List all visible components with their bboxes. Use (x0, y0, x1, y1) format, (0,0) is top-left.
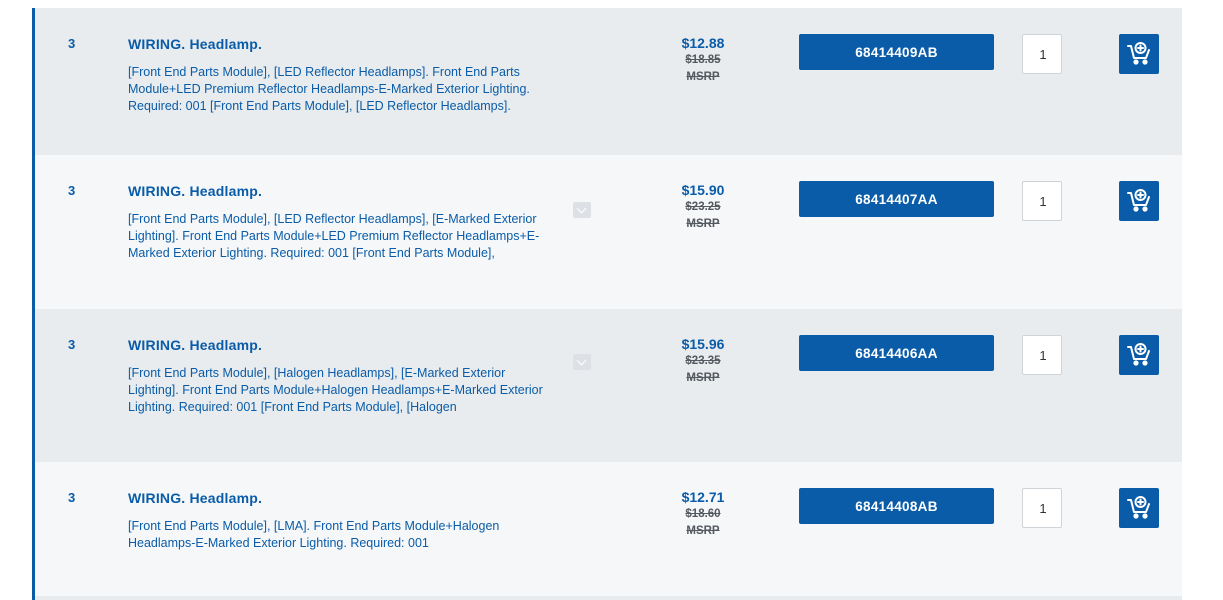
part-number-button[interactable]: 68414407AA (799, 181, 994, 217)
price-block: $12.88 $18.85 MSRP (653, 34, 753, 86)
part-number-button[interactable]: 68414409AB (799, 34, 994, 70)
chevron-down-icon[interactable] (573, 202, 591, 218)
part-row: 3 WIRING. Headlamp. [Front End Parts Mod… (32, 155, 1182, 309)
add-to-cart-icon (1125, 187, 1153, 215)
price-block: $15.96 $23.35 MSRP (653, 335, 753, 387)
ref-number: 3 (68, 337, 76, 352)
quantity-input[interactable] (1022, 34, 1062, 74)
original-price: $18.85 (685, 54, 721, 66)
sale-price: $12.88 (681, 35, 725, 51)
add-to-cart-button[interactable] (1119, 34, 1159, 74)
part-number-button[interactable]: 68414406AA (799, 335, 994, 371)
part-number-button[interactable]: 68414408AB (799, 488, 994, 524)
part-row: 3 WIRING. Headlamp. [Front End Parts Mod… (32, 8, 1182, 155)
original-price: $23.25 (685, 201, 721, 213)
parts-list: 3 WIRING. Headlamp. [Front End Parts Mod… (32, 8, 1182, 596)
quantity-input[interactable] (1022, 181, 1062, 221)
price-block: $12.71 $18.60 MSRP (653, 488, 753, 540)
add-to-cart-button[interactable] (1119, 488, 1159, 528)
part-row: 3 WIRING. Headlamp. [Front End Parts Mod… (32, 309, 1182, 462)
sale-price: $12.71 (681, 489, 725, 505)
quantity-input[interactable] (1022, 335, 1062, 375)
part-row: 3 WIRING. Headlamp. [Front End Parts Mod… (32, 462, 1182, 596)
add-to-cart-icon (1125, 40, 1153, 68)
msrp-label: MSRP (686, 71, 720, 83)
add-to-cart-icon (1125, 341, 1153, 369)
add-to-cart-icon (1125, 494, 1153, 522)
msrp-label: MSRP (686, 372, 720, 384)
part-description: [Front End Parts Module], [LMA]. Front E… (128, 519, 500, 550)
next-row-edge (32, 596, 1182, 600)
original-price: $23.35 (685, 355, 721, 367)
add-to-cart-button[interactable] (1119, 335, 1159, 375)
ref-number: 3 (68, 490, 76, 505)
quantity-input[interactable] (1022, 488, 1062, 528)
part-title[interactable]: WIRING. Headlamp. (128, 36, 262, 52)
msrp-label: MSRP (686, 218, 720, 230)
original-price: $18.60 (685, 508, 721, 520)
part-title[interactable]: WIRING. Headlamp. (128, 337, 262, 353)
ref-number: 3 (68, 183, 76, 198)
part-description: [Front End Parts Module], [LED Reflector… (128, 212, 540, 260)
sale-price: $15.90 (681, 182, 725, 198)
ref-number: 3 (68, 36, 76, 51)
price-block: $15.90 $23.25 MSRP (653, 181, 753, 233)
msrp-label: MSRP (686, 525, 720, 537)
part-description: [Front End Parts Module], [LED Reflector… (128, 65, 530, 113)
part-title[interactable]: WIRING. Headlamp. (128, 183, 262, 199)
part-description: [Front End Parts Module], [Halogen Headl… (128, 366, 543, 414)
chevron-down-icon[interactable] (573, 354, 591, 370)
sale-price: $15.96 (681, 336, 725, 352)
part-title[interactable]: WIRING. Headlamp. (128, 490, 262, 506)
add-to-cart-button[interactable] (1119, 181, 1159, 221)
